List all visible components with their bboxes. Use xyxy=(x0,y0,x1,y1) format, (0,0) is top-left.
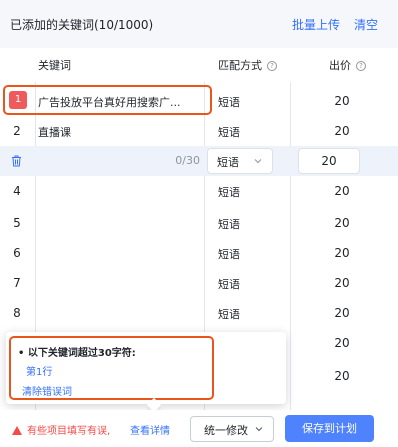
character-counter: 0/30 xyxy=(175,154,200,167)
table-row-editing: 0/30 短语 20 xyxy=(0,146,398,176)
keyword-count-title: 已添加的关键词(10/1000) xyxy=(10,18,154,32)
match-type-cell[interactable]: 短语 xyxy=(218,306,240,322)
view-details-link[interactable]: 查看详情 xyxy=(130,422,170,437)
row-number: 8 xyxy=(13,306,21,320)
column-keyword: 关键词 xyxy=(38,59,71,72)
match-type-cell[interactable]: 短语 xyxy=(218,216,240,232)
trash-icon[interactable] xyxy=(11,155,22,167)
clear-link[interactable]: 清空 xyxy=(354,16,378,33)
table-row: 7 短语 20 xyxy=(0,268,398,298)
row-number: 5 xyxy=(13,216,21,230)
table-row: 8 短语 20 xyxy=(0,298,398,328)
bid-input-value: 20 xyxy=(321,154,337,168)
error-row-link[interactable]: 第1行 xyxy=(26,363,52,378)
column-bid: 出价? xyxy=(329,57,366,73)
clear-error-keywords-link[interactable]: 清除错误词 xyxy=(22,383,72,398)
match-type-cell[interactable]: 短语 xyxy=(218,124,240,140)
row-number: 4 xyxy=(13,184,21,198)
table-row: 6 短语 20 xyxy=(0,238,398,268)
match-type-value: 短语 xyxy=(217,156,239,169)
table-row: 4 短语 20 xyxy=(0,176,398,206)
bid-cell[interactable]: 20 xyxy=(300,94,384,108)
match-type-cell[interactable]: 短语 xyxy=(218,246,240,262)
error-popover: • 以下关键词超过30字符: 第1行 清除错误词 xyxy=(6,332,286,413)
chevron-down-icon xyxy=(255,427,263,432)
uniform-edit-button[interactable]: 统一修改 xyxy=(190,416,274,442)
bid-cell[interactable]: 20 xyxy=(300,124,384,138)
save-to-plan-button[interactable]: 保存到计划 xyxy=(285,415,374,442)
row-number: 2 xyxy=(13,124,21,138)
chevron-down-icon xyxy=(254,159,262,164)
bid-input[interactable]: 20 xyxy=(298,148,360,174)
keyword-cell[interactable]: 直播课 xyxy=(38,124,71,140)
bid-cell[interactable]: 20 xyxy=(300,246,384,260)
table-row: 5 短语 20 xyxy=(0,208,398,238)
row-number: 6 xyxy=(13,246,21,260)
popover-title: • 以下关键词超过30字符: xyxy=(18,348,136,359)
help-icon[interactable]: ? xyxy=(356,61,366,71)
table-row: 2 直播课 短语 20 xyxy=(0,116,398,146)
row-number: 7 xyxy=(13,276,21,290)
match-type-cell[interactable]: 短语 xyxy=(218,276,240,292)
match-type-cell[interactable]: 短语 xyxy=(218,94,240,110)
bid-cell[interactable]: 20 xyxy=(300,276,384,290)
uniform-edit-label: 统一修改 xyxy=(204,424,248,437)
help-icon[interactable]: ? xyxy=(267,61,277,71)
bid-cell[interactable]: 20 xyxy=(300,184,384,198)
column-header-row: 关键词 匹配方式? 出价? xyxy=(0,48,398,82)
column-match-type: 匹配方式? xyxy=(218,57,277,73)
bid-cell[interactable]: 20 xyxy=(300,216,384,230)
bid-cell[interactable]: 20 xyxy=(300,336,384,350)
match-type-select[interactable]: 短语 xyxy=(207,148,273,174)
error-highlight xyxy=(3,85,212,115)
error-message: 有些项目填写有误, xyxy=(12,422,110,437)
batch-upload-link[interactable]: 批量上传 xyxy=(292,16,340,33)
bid-cell[interactable]: 20 xyxy=(300,306,384,320)
footer-bar: 有些项目填写有误, 查看详情 统一修改 保存到计划 xyxy=(0,410,398,447)
bid-cell[interactable]: 20 xyxy=(300,369,384,383)
warning-icon xyxy=(12,426,22,435)
match-type-cell[interactable]: 短语 xyxy=(218,184,240,200)
keyword-list-header: 已添加的关键词(10/1000) 批量上传 清空 xyxy=(0,0,398,48)
